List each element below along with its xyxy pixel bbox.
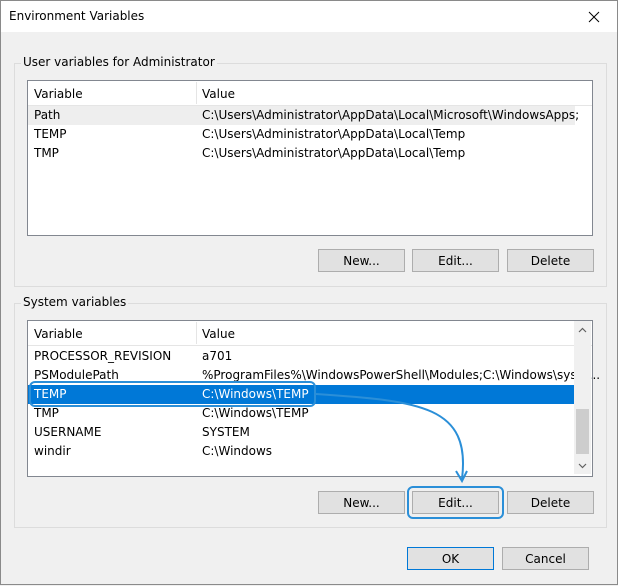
list-item[interactable]: Path C:\Users\Administrator\AppData\Loca… [28, 106, 579, 125]
variable-name: TEMP [34, 127, 67, 141]
list-item[interactable]: USERNAME SYSTEM [28, 423, 575, 442]
cancel-button[interactable]: Cancel [502, 547, 589, 570]
title-bar: Environment Variables [1, 1, 617, 32]
variable-name: TMP [34, 146, 59, 160]
user-edit-button[interactable]: Edit... [412, 249, 499, 272]
system-variables-legend: System variables [21, 295, 129, 309]
user-variables-group: User variables for Administrator Variabl… [14, 55, 607, 287]
list-item[interactable]: TEMP C:\Users\Administrator\AppData\Loca… [28, 125, 575, 144]
environment-variables-dialog: Environment Variables User variables for… [0, 0, 618, 585]
scroll-down-arrow-icon [578, 463, 587, 468]
variable-name: PSModulePath [34, 368, 119, 382]
scrollbar-thumb[interactable] [576, 409, 589, 454]
variable-name: PROCESSOR_REVISION [34, 349, 172, 363]
user-list-header: Variable Value [28, 81, 592, 106]
list-item[interactable]: windir C:\Windows [28, 442, 575, 461]
variable-value: %ProgramFiles%\WindowsPowerShell\Modules… [202, 368, 601, 382]
list-item[interactable]: TMP C:\Users\Administrator\AppData\Local… [28, 144, 575, 163]
close-icon [588, 11, 600, 22]
user-variables-legend: User variables for Administrator [21, 55, 217, 69]
column-header-value[interactable]: Value [202, 87, 235, 101]
user-new-button[interactable]: New... [318, 249, 405, 272]
variable-value: C:\Windows [202, 444, 273, 458]
variable-value: C:\Users\Administrator\AppData\Local\Tem… [202, 146, 466, 160]
scroll-up-button[interactable] [574, 321, 591, 338]
user-variables-list[interactable]: Variable Value Path C:\Users\Administrat… [27, 80, 593, 236]
variable-value: C:\Users\Administrator\AppData\Local\Mic… [202, 108, 580, 122]
variable-name: Path [34, 108, 61, 122]
variable-value: C:\Windows\TEMP [202, 406, 309, 420]
list-item[interactable]: PROCESSOR_REVISION a701 [28, 347, 575, 366]
system-delete-button[interactable]: Delete [507, 491, 594, 514]
variable-value: a701 [202, 349, 233, 363]
variable-value: C:\Users\Administrator\AppData\Local\Tem… [202, 127, 466, 141]
system-variables-group: System variables Variable Value PROCESSO… [14, 295, 607, 528]
close-button[interactable] [571, 1, 617, 32]
system-list-header: Variable Value [28, 321, 592, 346]
column-header-value[interactable]: Value [202, 327, 235, 341]
variable-name: TMP [34, 406, 59, 420]
column-header-variable[interactable]: Variable [34, 327, 83, 341]
window-title: Environment Variables [9, 9, 145, 23]
temp-row-highlight [29, 381, 316, 407]
scroll-up-arrow-icon [578, 327, 587, 332]
scroll-down-button[interactable] [574, 457, 591, 474]
system-new-button[interactable]: New... [318, 491, 405, 514]
user-delete-button[interactable]: Delete [507, 249, 594, 272]
variable-name: USERNAME [34, 425, 102, 439]
variable-value: SYSTEM [202, 425, 250, 439]
vertical-scrollbar[interactable] [574, 321, 591, 474]
edit-button-highlight [407, 486, 504, 519]
ok-button[interactable]: OK [407, 547, 494, 570]
column-header-variable[interactable]: Variable [34, 87, 83, 101]
variable-name: windir [34, 444, 71, 458]
